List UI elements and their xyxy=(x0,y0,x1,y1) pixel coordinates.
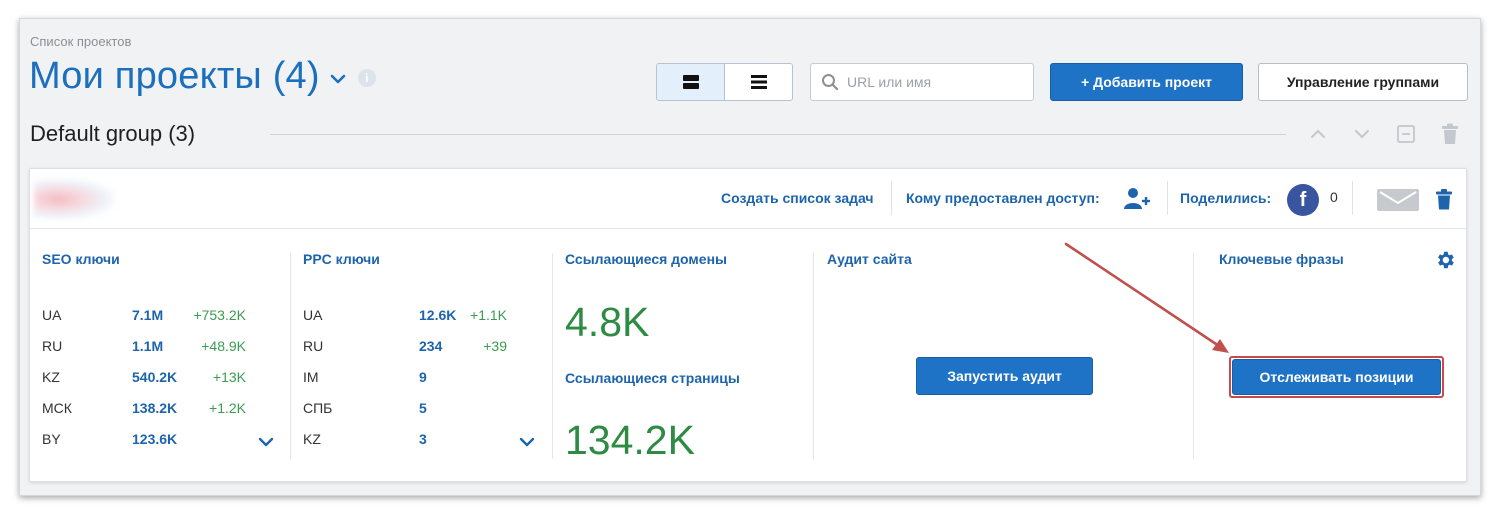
group-divider xyxy=(270,134,1286,135)
keyword-count[interactable]: 9 xyxy=(419,369,427,385)
ppc-row: IM 9 xyxy=(303,369,543,389)
column-divider xyxy=(290,253,291,459)
header-divider xyxy=(1167,181,1168,215)
ppc-keywords-column: PPC ключи UA 12.6K +1.1K RU 234 +39 IM 9… xyxy=(303,229,543,483)
region-label: UA xyxy=(42,307,62,323)
card-view-icon xyxy=(682,75,699,89)
ppc-row: KZ 3 xyxy=(303,431,543,451)
region-label: KZ xyxy=(303,431,321,447)
keyword-count[interactable]: 1.1M xyxy=(132,338,163,354)
seo-row: RU 1.1M +48.9K xyxy=(42,338,282,358)
project-logo[interactable] xyxy=(34,179,114,219)
project-card: Создать список задач Кому предоставлен д… xyxy=(29,168,1467,482)
access-label: Кому предоставлен доступ: xyxy=(906,190,1100,206)
trash-icon[interactable] xyxy=(1437,121,1463,147)
ppc-keywords-title[interactable]: PPC ключи xyxy=(303,251,380,267)
track-positions-button[interactable]: Отслеживать позиции xyxy=(1232,359,1441,395)
keyword-delta: +1.2K xyxy=(209,400,246,416)
search-box xyxy=(810,63,1034,101)
header-divider xyxy=(1352,181,1353,215)
keyword-delta: +48.9K xyxy=(201,338,246,354)
keyword-count[interactable]: 138.2K xyxy=(132,400,177,416)
keyword-count[interactable]: 7.1M xyxy=(132,307,163,323)
keywords-title[interactable]: Ключевые фразы xyxy=(1219,251,1344,267)
keyword-count[interactable]: 12.6K xyxy=(419,307,456,323)
project-card-header: Создать список задач Кому предоставлен д… xyxy=(30,169,1466,229)
keyword-count[interactable]: 540.2K xyxy=(132,369,177,385)
seo-row: МСК 138.2K +1.2K xyxy=(42,400,282,420)
email-icon[interactable] xyxy=(1377,189,1419,211)
referring-pages-title[interactable]: Ссылающиеся страницы xyxy=(565,370,740,386)
projects-panel: Список проектов Мои проекты (4) i URL ил… xyxy=(19,18,1481,496)
backlinks-column: Ссылающиеся домены 4.8K Ссылающиеся стра… xyxy=(565,229,805,483)
manage-groups-button[interactable]: Управление группами xyxy=(1258,63,1468,101)
seo-row: UA 7.1M +753.2K xyxy=(42,307,282,327)
seo-row: BY 123.6K xyxy=(42,431,282,451)
seo-row: KZ 540.2K +13K xyxy=(42,369,282,389)
referring-domains-value[interactable]: 4.8K xyxy=(565,299,649,346)
add-user-icon[interactable] xyxy=(1122,186,1152,212)
page-title: Мои проекты (4) xyxy=(29,55,320,97)
gear-icon[interactable] xyxy=(1434,249,1456,271)
expand-chevron-icon[interactable] xyxy=(258,434,274,450)
site-audit-column: Аудит сайта xyxy=(827,229,1187,483)
keyword-delta: +13K xyxy=(212,369,246,385)
column-divider xyxy=(552,253,553,459)
keyword-count[interactable]: 123.6K xyxy=(132,431,177,447)
chevron-up-icon[interactable] xyxy=(1305,121,1331,147)
region-label: RU xyxy=(303,338,324,354)
add-project-button[interactable]: + Добавить проект xyxy=(1050,63,1243,101)
column-divider xyxy=(1193,253,1194,459)
header-divider xyxy=(891,181,892,215)
group-actions xyxy=(1305,121,1463,147)
facebook-share-count: 0 xyxy=(1330,189,1338,205)
region-label: UA xyxy=(303,307,323,323)
region-label: IM xyxy=(303,369,319,385)
search-icon xyxy=(822,74,839,91)
column-divider xyxy=(813,253,814,459)
run-audit-button[interactable]: Запустить аудит xyxy=(916,357,1093,395)
trash-icon[interactable] xyxy=(1436,189,1452,210)
keyword-delta: +753.2K xyxy=(193,307,246,323)
chevron-down-icon[interactable] xyxy=(328,69,348,89)
page-title-wrap: Мои проекты (4) i xyxy=(29,55,376,98)
list-view-icon xyxy=(750,75,767,89)
ppc-row: СПБ 5 xyxy=(303,400,543,420)
keyword-count[interactable]: 234 xyxy=(419,338,442,354)
seo-keywords-title[interactable]: SEO ключи xyxy=(42,251,120,267)
breadcrumb[interactable]: Список проектов xyxy=(30,34,131,49)
expand-chevron-icon[interactable] xyxy=(519,434,535,450)
region-label: RU xyxy=(42,338,63,354)
list-view-button[interactable] xyxy=(725,64,792,100)
view-toggle xyxy=(656,63,793,101)
chevron-down-icon[interactable] xyxy=(1349,121,1375,147)
keyword-count[interactable]: 5 xyxy=(419,400,427,416)
facebook-icon[interactable]: f xyxy=(1287,184,1319,216)
region-label: BY xyxy=(42,431,61,447)
referring-pages-value[interactable]: 134.2K xyxy=(565,417,695,464)
collapse-icon[interactable] xyxy=(1393,121,1419,147)
keyword-count[interactable]: 3 xyxy=(419,431,427,447)
keyword-delta: +39 xyxy=(483,338,507,354)
region-label: МСК xyxy=(42,400,72,416)
seo-keywords-column: SEO ключи UA 7.1M +753.2K RU 1.1M +48.9K… xyxy=(42,229,282,483)
referring-domains-title[interactable]: Ссылающиеся домены xyxy=(565,251,727,267)
site-audit-title[interactable]: Аудит сайта xyxy=(827,251,912,267)
region-label: СПБ xyxy=(303,400,333,416)
group-title: Default group (3) xyxy=(30,121,196,146)
create-task-list-link[interactable]: Создать список задач xyxy=(721,190,874,206)
shared-label: Поделились: xyxy=(1180,190,1272,206)
keyword-delta: +1.1K xyxy=(470,307,507,323)
ppc-row: RU 234 +39 xyxy=(303,338,543,358)
region-label: KZ xyxy=(42,369,60,385)
info-icon[interactable]: i xyxy=(357,68,376,87)
search-input[interactable] xyxy=(847,74,1017,90)
card-view-button[interactable] xyxy=(657,64,725,100)
ppc-row: UA 12.6K +1.1K xyxy=(303,307,543,327)
